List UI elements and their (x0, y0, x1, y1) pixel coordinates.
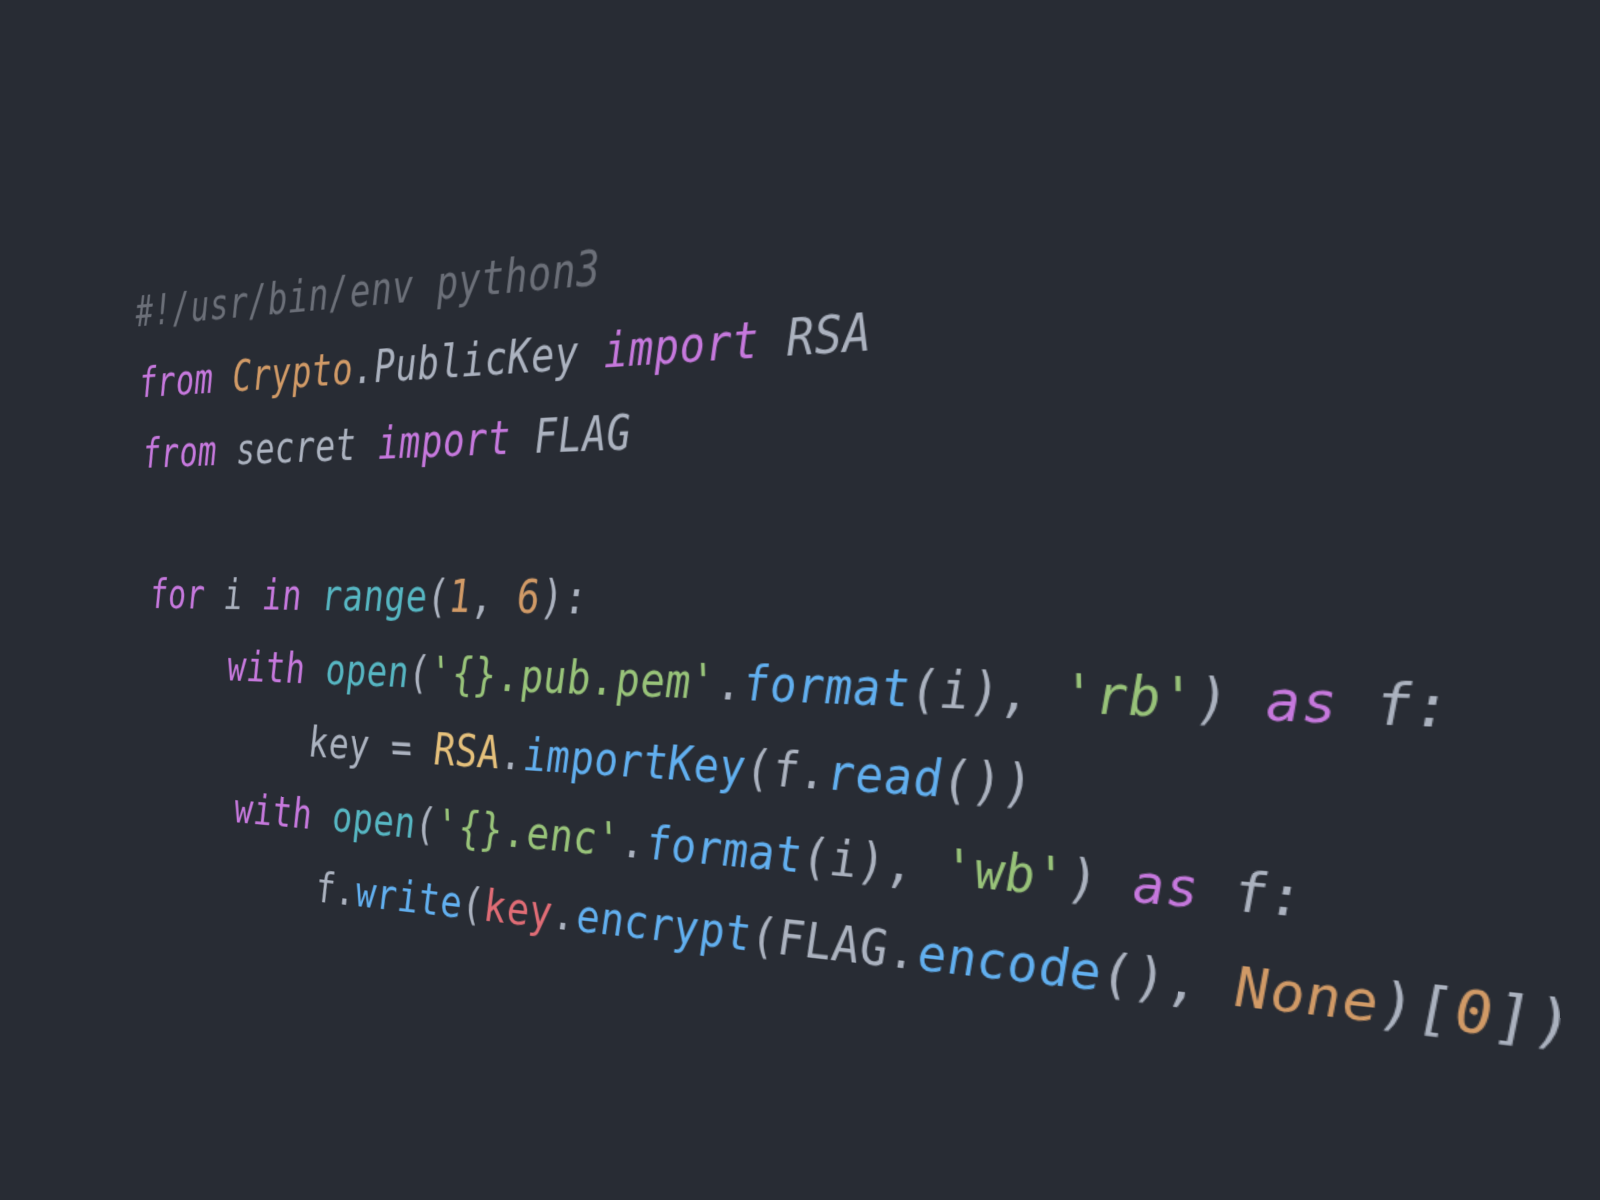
paren-open: ( (426, 572, 450, 623)
fn-encode: encode (917, 925, 1102, 1004)
keyword-for: for (149, 572, 206, 619)
paren-open: ( (414, 800, 438, 851)
fn-importkey: importKey (522, 730, 746, 796)
paren-open: ( (745, 741, 773, 798)
comma: , (1000, 663, 1064, 725)
string: 'rb' (1063, 665, 1196, 731)
var-f: f (1375, 673, 1414, 741)
var-f: f (314, 864, 336, 914)
paren-open: ( (408, 648, 432, 699)
var-f: f (1233, 862, 1269, 928)
code-block: #!/usr/bin/env python3from Crypto.Public… (134, 53, 1600, 1152)
paren-close: ) (1002, 754, 1034, 815)
eq: = (369, 722, 435, 775)
paren-open: ( (1101, 944, 1135, 1008)
paren-close: ) (1133, 947, 1167, 1012)
module-crypto: Crypto (231, 344, 354, 401)
keyword-in: in (261, 572, 303, 620)
paren-close: ) (1067, 849, 1100, 912)
paren-close: ) (857, 833, 887, 892)
keyword-with: with (233, 786, 313, 840)
fn-write: write (355, 868, 463, 929)
paren-close: ) (972, 753, 1004, 814)
dot: . (888, 922, 918, 982)
paren-open: ( (910, 661, 941, 720)
fn-format: format (742, 657, 911, 719)
var-i: i (223, 572, 244, 619)
bracket-close: ] (1494, 983, 1534, 1054)
dot: . (716, 656, 744, 712)
number: 1 (448, 572, 472, 623)
comma: , (1166, 950, 1235, 1019)
number: 6 (516, 572, 541, 624)
colon: : (1413, 674, 1452, 742)
class-rsa: RSA (433, 725, 502, 779)
paren-open: ( (750, 908, 778, 966)
dot: . (352, 343, 375, 395)
string: 'wb' (944, 840, 1068, 909)
comma: , (886, 835, 946, 897)
fn-format: format (645, 817, 803, 885)
colon: : (1268, 864, 1305, 931)
dot: . (334, 866, 357, 916)
number: 0 (1454, 979, 1494, 1049)
keyword-import: import (603, 313, 760, 380)
comma: , (471, 572, 519, 624)
keyword-as: as (1131, 854, 1199, 921)
paren-open: ( (942, 751, 973, 811)
module-publickey: PublicKey (373, 327, 580, 393)
const-flag: FLAG (777, 911, 889, 979)
fn-open: open (324, 646, 410, 698)
paren-open: ( (802, 829, 831, 887)
keyword-import: import (377, 413, 512, 470)
fn-open: open (331, 793, 416, 849)
fn-range: range (321, 572, 428, 623)
keyword-with: with (226, 644, 306, 694)
string: '{}.pub.pem' (429, 649, 717, 711)
fn-encrypt: encrypt (575, 891, 752, 963)
var-key: key (308, 719, 371, 771)
var-i: i (829, 831, 859, 890)
dot: . (620, 815, 647, 870)
keyword-as: as (1265, 670, 1338, 737)
module-secret: secret (235, 421, 358, 475)
const-none: None (1235, 957, 1380, 1036)
bracket-open: [ (1416, 975, 1455, 1045)
var-key: key (483, 881, 554, 939)
keyword-from: from (142, 428, 218, 478)
import-target: RSA (786, 304, 873, 368)
import-target: FLAG (533, 406, 632, 464)
keyword-from: from (138, 355, 214, 407)
fn-read: read (827, 745, 944, 809)
paren-close: ) (540, 572, 566, 625)
var-f: f (772, 742, 801, 799)
paren-close: ) (1195, 668, 1231, 732)
colon: : (563, 572, 589, 625)
paren-close: ) (1533, 987, 1574, 1059)
paren-close: ) (969, 662, 1001, 723)
var-i: i (939, 662, 971, 722)
dot: . (552, 888, 578, 942)
dot: . (499, 729, 524, 782)
string: '{}.enc' (436, 801, 622, 868)
dot: . (799, 744, 828, 802)
paren-open: ( (461, 879, 485, 931)
paren-close: ) (1378, 972, 1416, 1041)
